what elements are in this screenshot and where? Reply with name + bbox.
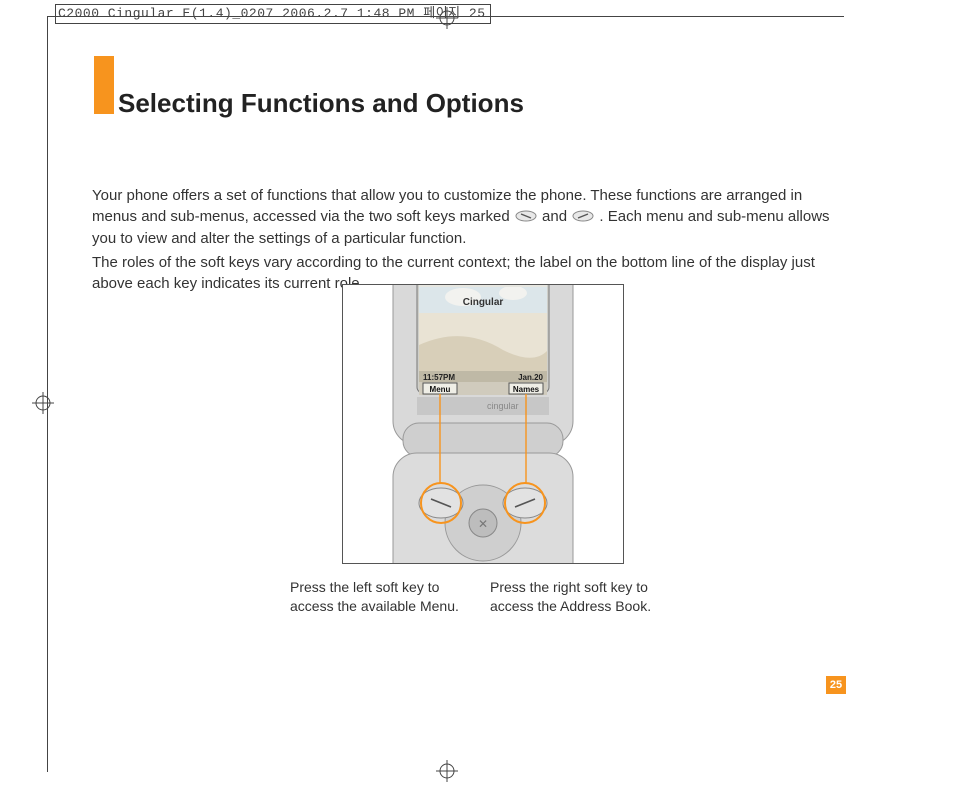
phone-illustration: Cingular 11:57PM Jan.20 Menu Names cingu… [383,284,583,564]
svg-text:✕: ✕ [478,517,488,531]
crop-mark-top-icon [436,7,458,29]
page-number-tab: 25 [826,676,846,694]
screen-date-text: Jan.20 [518,373,543,382]
page-title: Selecting Functions and Options [118,88,524,119]
paragraph-1-text-b: and [542,208,571,225]
print-header: C2000 Cingular E(1.4)_0207 2006.2.7 1:48… [55,4,491,24]
right-softkey-icon [572,207,594,228]
phone-brand-text: cingular [487,401,519,411]
screen-time-text: 11:57PM [423,373,455,382]
screen-carrier-text: Cingular [463,297,504,308]
crop-mark-bottom-icon [436,760,458,782]
title-accent-block [94,56,114,114]
caption-right-softkey: Press the right soft key to access the A… [490,578,660,616]
crop-mark-left-icon [32,392,54,414]
screen-left-soft-label: Menu [430,385,451,394]
paragraph-1: Your phone offers a set of functions tha… [92,185,842,249]
caption-left-softkey: Press the left soft key to access the av… [290,578,460,616]
screen-right-soft-label: Names [513,385,540,394]
left-softkey-icon [515,207,537,228]
phone-figure: Cingular 11:57PM Jan.20 Menu Names cingu… [342,284,624,564]
